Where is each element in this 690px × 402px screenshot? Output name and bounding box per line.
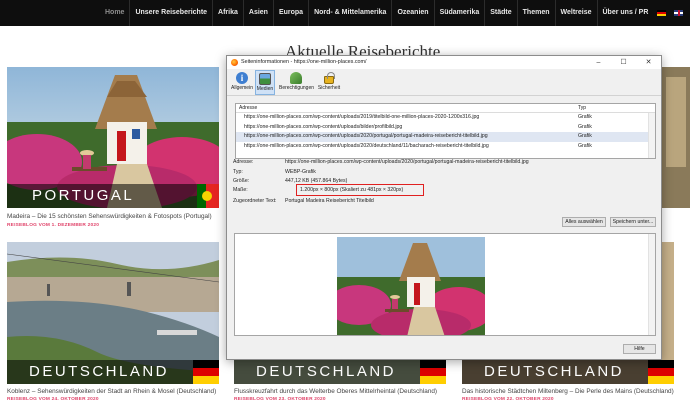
row-address: https://one-million-places.com/wp-conten… (244, 142, 489, 149)
article-tile-partial[interactable] (662, 67, 690, 208)
select-all-button[interactable]: Alles auswählen (562, 217, 606, 227)
nav-item-staedte[interactable]: Städte (484, 0, 516, 26)
permissions-icon (290, 72, 302, 84)
lock-icon (324, 72, 335, 84)
media-list-row-selected[interactable]: https://one-million-places.com/wp-conten… (236, 132, 655, 142)
row-type: Grafik (578, 142, 592, 149)
media-list-row[interactable]: https://one-million-places.com/wp-conten… (236, 142, 655, 152)
article-tile-madeira[interactable]: PORTUGAL (7, 67, 219, 208)
dialog-title: Seiteninformationen - https://one-millio… (241, 59, 367, 65)
minimize-button[interactable]: – (586, 56, 611, 69)
uk-flag-icon[interactable] (674, 10, 684, 16)
article-label: DEUTSCHLAND (7, 360, 219, 384)
firefox-icon (231, 59, 238, 66)
prop-value: https://one-million-places.com/wp-conten… (285, 159, 529, 165)
dimensions-highlight (296, 184, 424, 196)
german-flag-icon (193, 360, 219, 384)
article-title[interactable]: Madeira – Die 15 schönsten Sehenswürdigk… (7, 213, 212, 220)
german-flag-icon[interactable] (657, 10, 667, 16)
row-address: https://one-million-places.com/wp-conten… (244, 123, 403, 130)
column-header-type[interactable]: Typ (578, 104, 586, 113)
tab-label: Allgemein (231, 85, 253, 91)
article-title[interactable]: Das historische Städtchen Miltenberg – D… (462, 388, 674, 395)
nav-item-themen[interactable]: Themen (516, 0, 555, 26)
nav-item-weltreise[interactable]: Weltreise (554, 0, 597, 26)
tab-allgemein[interactable]: i Allgemein (231, 70, 253, 95)
german-flag-icon (648, 360, 674, 384)
nav-item-afrika[interactable]: Afrika (212, 0, 243, 26)
nav-item-nordamerika[interactable]: Nord- & Mittelamerika (308, 0, 391, 26)
prop-label: Größe: (233, 178, 250, 184)
close-button[interactable]: ✕ (636, 56, 661, 69)
nav-item-reiseberichte[interactable]: Unsere Reiseberichte (129, 0, 212, 26)
tab-sicherheit[interactable]: Sicherheit (317, 70, 341, 95)
prop-value: WEBP-Grafik (285, 169, 316, 175)
nav-item-europa[interactable]: Europa (272, 0, 308, 26)
tab-medien[interactable]: Medien (255, 70, 275, 95)
row-type: Grafik (578, 133, 592, 139)
tab-label: Berechtigungen (279, 85, 315, 91)
prop-label: Maße: (233, 187, 248, 193)
nav-item-home[interactable]: Home (100, 0, 129, 26)
nav-item-ueber-uns[interactable]: Über uns / PR (596, 0, 654, 26)
image-preview (234, 233, 656, 336)
dialog-titlebar[interactable]: Seiteninformationen - https://one-millio… (227, 56, 661, 69)
media-list-scrollbar[interactable] (648, 113, 655, 158)
tab-label: Sicherheit (317, 85, 341, 91)
prop-label: Typ: (233, 169, 243, 175)
maximize-button[interactable]: ☐ (611, 56, 636, 69)
help-button[interactable]: Hilfe (623, 344, 656, 354)
article-date: REISEBLOG VOM 1. DEZEMBER 2020 (7, 223, 100, 228)
article-date: REISEBLOG VOM 24. OKTOBER 2020 (7, 397, 99, 402)
preview-scrollbar[interactable] (648, 234, 655, 335)
row-address: https://one-million-places.com/wp-conten… (244, 114, 480, 120)
site-navigation: Home Unsere Reiseberichte Afrika Asien E… (0, 0, 690, 26)
prop-label: Adresse: (233, 159, 254, 165)
article-tile-koblenz[interactable]: DEUTSCHLAND (7, 242, 219, 384)
media-list-header: Adresse Typ (236, 104, 655, 113)
nav-item-asien[interactable]: Asien (242, 0, 273, 26)
dialog-toolbar: i Allgemein Medien Berechtigungen Sicher… (227, 69, 661, 96)
portugal-flag-icon (197, 184, 219, 208)
article-image (662, 67, 690, 208)
tab-berechtigungen[interactable]: Berechtigungen (279, 70, 315, 95)
article-title[interactable]: Flusskreuzfahrt durch das Welterbe Obere… (234, 388, 437, 395)
nav-item-ozeanien[interactable]: Ozeanien (391, 0, 433, 26)
row-type: Grafik (578, 123, 592, 130)
row-type: Grafik (578, 114, 592, 120)
prop-value: Portugal Madeira Reisebericht Titelbild (285, 198, 374, 204)
nav-menu: Home Unsere Reiseberichte Afrika Asien E… (100, 0, 687, 26)
page-info-dialog: Seiteninformationen - https://one-millio… (226, 55, 662, 360)
media-list[interactable]: Adresse Typ https://one-million-places.c… (235, 103, 656, 159)
german-flag-icon (420, 360, 446, 384)
info-icon: i (236, 72, 248, 84)
article-label: DEUTSCHLAND (462, 360, 674, 384)
prop-label: Zugeordneter Text: (233, 198, 277, 204)
nav-item-suedamerika[interactable]: Südamerika (433, 0, 485, 26)
save-as-button[interactable]: Speichern unter... (610, 217, 656, 227)
article-label: DEUTSCHLAND (234, 360, 446, 384)
article-date: REISEBLOG VOM 22. OKTOBER 2020 (462, 397, 554, 402)
media-list-row[interactable]: https://one-million-places.com/wp-conten… (236, 113, 655, 123)
column-header-address[interactable]: Adresse (239, 104, 257, 113)
tab-label: Medien (256, 86, 274, 92)
preview-image (337, 237, 485, 335)
article-label: PORTUGAL (7, 184, 219, 208)
media-icon (259, 73, 271, 85)
article-date: REISEBLOG VOM 23. OKTOBER 2020 (234, 397, 326, 402)
article-title[interactable]: Koblenz – Sehenswürdigkeiten der Stadt a… (7, 388, 216, 395)
media-list-row[interactable]: https://one-million-places.com/wp-conten… (236, 123, 655, 133)
row-address: https://one-million-places.com/wp-conten… (244, 133, 488, 139)
